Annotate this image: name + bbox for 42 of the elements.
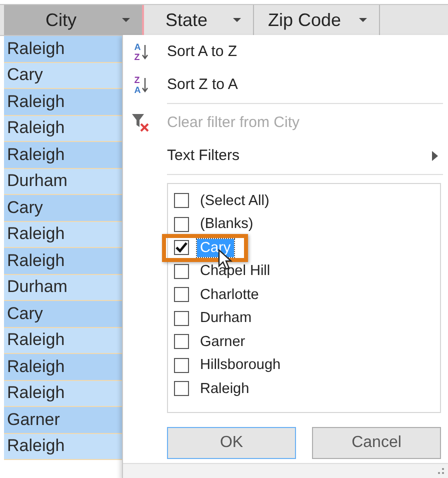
checkbox[interactable]: [174, 264, 189, 279]
menu-item[interactable]: Z A Sort Z to A: [123, 68, 448, 101]
table-cell: Raleigh: [4, 142, 122, 168]
checkbox[interactable]: [174, 240, 189, 256]
list-item[interactable]: Durham: [168, 306, 440, 330]
checkbox[interactable]: [174, 287, 189, 302]
table-cell: Cary: [4, 301, 122, 328]
list-item[interactable]: Garner: [168, 330, 440, 354]
list-item[interactable]: (Blanks): [168, 212, 440, 236]
table-cell: Raleigh: [4, 380, 122, 407]
list-item[interactable]: Charlotte: [168, 283, 440, 306]
ok-button[interactable]: OK: [167, 427, 296, 459]
table-cell: Raleigh: [4, 116, 122, 142]
checkbox[interactable]: [174, 381, 189, 396]
submenu-arrow-icon: [431, 150, 439, 160]
table-cell: Raleigh: [4, 89, 122, 116]
menu-item[interactable]: Text Filters: [123, 139, 448, 172]
table-cell: Garner: [4, 407, 122, 434]
table-cell: Durham: [4, 168, 122, 195]
resize-grip-icon[interactable]: [437, 467, 445, 475]
clear-filter-icon: [131, 112, 151, 134]
table-cell: Durham: [4, 274, 122, 301]
table-cell: Raleigh: [4, 434, 122, 460]
list-item[interactable]: Raleigh: [168, 377, 440, 400]
menu-item[interactable]: A Z Sort A to Z: [123, 35, 448, 68]
table-cell: Raleigh: [4, 36, 122, 62]
list-item[interactable]: Chapel Hill: [168, 260, 440, 283]
table-cell: Cary: [4, 62, 122, 89]
checkbox[interactable]: [174, 193, 189, 208]
table-cell: Raleigh: [4, 222, 122, 248]
checkbox[interactable]: [174, 310, 189, 326]
column-header[interactable]: City: [4, 5, 144, 35]
checkbox[interactable]: [174, 334, 189, 350]
table-cell: Raleigh: [4, 328, 122, 354]
checkbox[interactable]: [174, 358, 189, 373]
table-cell: Raleigh: [4, 354, 122, 380]
cancel-button[interactable]: Cancel: [312, 427, 441, 459]
checkbox[interactable]: [174, 216, 189, 232]
list-item[interactable]: (Select All): [168, 189, 440, 212]
table-cell: Raleigh: [4, 248, 122, 274]
table-cell: Cary: [4, 195, 122, 222]
list-item[interactable]: Hillsborough: [168, 354, 440, 377]
